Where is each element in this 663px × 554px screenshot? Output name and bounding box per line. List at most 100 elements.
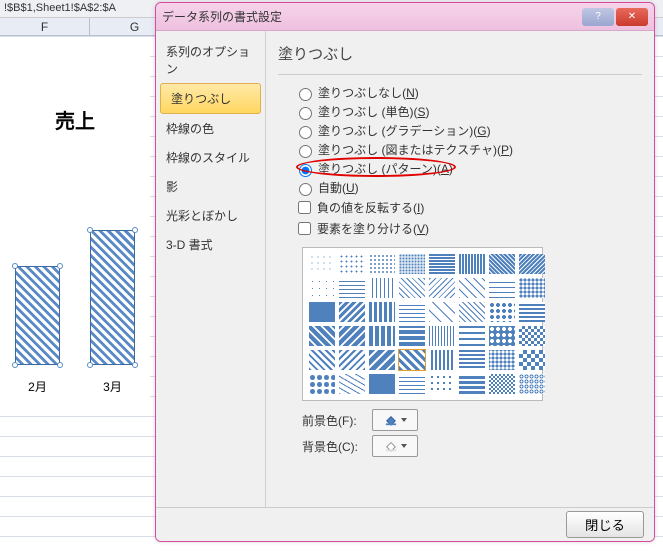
- sidebar-item-2[interactable]: 枠線の色: [156, 114, 265, 143]
- chart-bar-0[interactable]: [15, 266, 60, 365]
- pattern-preview-icon: [309, 350, 335, 370]
- pattern-swatch-30[interactable]: [488, 325, 516, 347]
- pattern-preview-icon: [369, 302, 395, 322]
- radio-input[interactable]: [299, 145, 312, 158]
- pattern-swatch-11[interactable]: [398, 277, 426, 299]
- fill-radio-5[interactable]: 自動(U): [278, 178, 642, 197]
- pattern-swatch-7[interactable]: [518, 253, 546, 275]
- col-header-f[interactable]: F: [0, 18, 90, 35]
- radio-input[interactable]: [299, 126, 312, 139]
- pattern-swatch-41[interactable]: [338, 373, 366, 395]
- pattern-preview-icon: [429, 302, 455, 322]
- radio-label: 自動(U): [318, 179, 359, 196]
- pattern-swatch-46[interactable]: [488, 373, 516, 395]
- close-button[interactable]: 閉じる: [566, 511, 644, 538]
- pattern-swatch-31[interactable]: [518, 325, 546, 347]
- radio-label: 塗りつぶしなし(N): [318, 84, 419, 101]
- pattern-preview-icon: [399, 302, 425, 322]
- pattern-swatch-6[interactable]: [488, 253, 516, 275]
- pattern-swatch-47[interactable]: [518, 373, 546, 395]
- chart-bar-1[interactable]: [90, 230, 135, 365]
- pattern-swatch-28[interactable]: [428, 325, 456, 347]
- pattern-swatch-23[interactable]: [518, 301, 546, 323]
- sidebar-item-4[interactable]: 影: [156, 172, 265, 201]
- pattern-swatch-44[interactable]: [428, 373, 456, 395]
- pattern-swatch-17[interactable]: [338, 301, 366, 323]
- pattern-swatch-35[interactable]: [398, 349, 426, 371]
- pattern-swatch-14[interactable]: [488, 277, 516, 299]
- background-color-button[interactable]: [372, 435, 418, 457]
- chart-title: 売上: [0, 105, 150, 134]
- pattern-swatch-36[interactable]: [428, 349, 456, 371]
- check-0[interactable]: 負の値を反転する(I): [278, 197, 642, 218]
- pattern-swatch-19[interactable]: [398, 301, 426, 323]
- pattern-swatch-3[interactable]: [398, 253, 426, 275]
- foreground-color-button[interactable]: [372, 409, 418, 431]
- pattern-swatch-32[interactable]: [308, 349, 336, 371]
- pattern-swatch-10[interactable]: [368, 277, 396, 299]
- pattern-swatch-33[interactable]: [338, 349, 366, 371]
- window-close-button[interactable]: ✕: [616, 8, 648, 26]
- pattern-swatch-2[interactable]: [368, 253, 396, 275]
- pattern-swatch-20[interactable]: [428, 301, 456, 323]
- fill-radio-0[interactable]: 塗りつぶしなし(N): [278, 83, 642, 102]
- pattern-swatch-8[interactable]: [308, 277, 336, 299]
- pattern-swatch-40[interactable]: [308, 373, 336, 395]
- pattern-swatch-29[interactable]: [458, 325, 486, 347]
- pattern-preview-icon: [309, 254, 335, 274]
- pattern-swatch-39[interactable]: [518, 349, 546, 371]
- check-label: 負の値を反転する(I): [317, 199, 424, 216]
- pattern-swatch-22[interactable]: [488, 301, 516, 323]
- pattern-swatch-5[interactable]: [458, 253, 486, 275]
- sidebar-item-6[interactable]: 3-D 書式: [156, 230, 265, 259]
- fill-radio-1[interactable]: 塗りつぶし (単色)(S): [278, 102, 642, 121]
- pattern-swatch-37[interactable]: [458, 349, 486, 371]
- dialog-titlebar[interactable]: データ系列の書式設定 ? ✕: [156, 3, 654, 31]
- pattern-swatch-26[interactable]: [368, 325, 396, 347]
- pattern-swatch-21[interactable]: [458, 301, 486, 323]
- fill-radio-4[interactable]: 塗りつぶし (パターン)(A): [278, 159, 642, 178]
- radio-input[interactable]: [299, 183, 312, 196]
- pattern-swatch-38[interactable]: [488, 349, 516, 371]
- sidebar-item-0[interactable]: 系列のオプション: [156, 37, 265, 83]
- pattern-swatch-34[interactable]: [368, 349, 396, 371]
- pattern-swatch-42[interactable]: [368, 373, 396, 395]
- pattern-swatch-18[interactable]: [368, 301, 396, 323]
- checkbox-input[interactable]: [298, 201, 311, 214]
- x-axis-label-1: 3月: [103, 378, 122, 395]
- pattern-preview-icon: [429, 254, 455, 274]
- pattern-swatch-16[interactable]: [308, 301, 336, 323]
- pattern-swatch-25[interactable]: [338, 325, 366, 347]
- sidebar-item-3[interactable]: 枠線のスタイル: [156, 143, 265, 172]
- help-button[interactable]: ?: [582, 8, 614, 26]
- fill-radio-2[interactable]: 塗りつぶし (グラデーション)(G): [278, 121, 642, 140]
- pattern-swatch-43[interactable]: [398, 373, 426, 395]
- pattern-preview-icon: [339, 302, 365, 322]
- checkbox-input[interactable]: [298, 222, 311, 235]
- pattern-swatch-12[interactable]: [428, 277, 456, 299]
- fill-radio-3[interactable]: 塗りつぶし (図またはテクスチャ)(P): [278, 140, 642, 159]
- radio-input[interactable]: [299, 164, 312, 177]
- sidebar-item-1[interactable]: 塗りつぶし: [160, 83, 261, 114]
- pattern-swatch-13[interactable]: [458, 277, 486, 299]
- pattern-swatch-27[interactable]: [398, 325, 426, 347]
- pattern-swatch-15[interactable]: [518, 277, 546, 299]
- pattern-preview-icon: [339, 326, 365, 346]
- pattern-swatch-24[interactable]: [308, 325, 336, 347]
- background-label: 背景色(C):: [302, 438, 372, 455]
- radio-input[interactable]: [299, 88, 312, 101]
- pattern-swatch-4[interactable]: [428, 253, 456, 275]
- pattern-swatch-0[interactable]: [308, 253, 336, 275]
- sidebar-item-5[interactable]: 光彩とぼかし: [156, 201, 265, 230]
- radio-label: 塗りつぶし (図またはテクスチャ)(P): [318, 141, 513, 158]
- pattern-preview-icon: [459, 350, 485, 370]
- pattern-swatch-9[interactable]: [338, 277, 366, 299]
- pattern-preview-icon: [369, 326, 395, 346]
- pattern-grid: [302, 247, 543, 401]
- radio-input[interactable]: [299, 107, 312, 120]
- pattern-swatch-1[interactable]: [338, 253, 366, 275]
- chart[interactable]: 売上 2月3月: [0, 55, 150, 405]
- pattern-preview-icon: [369, 278, 395, 298]
- check-1[interactable]: 要素を塗り分ける(V): [278, 218, 642, 239]
- pattern-swatch-45[interactable]: [458, 373, 486, 395]
